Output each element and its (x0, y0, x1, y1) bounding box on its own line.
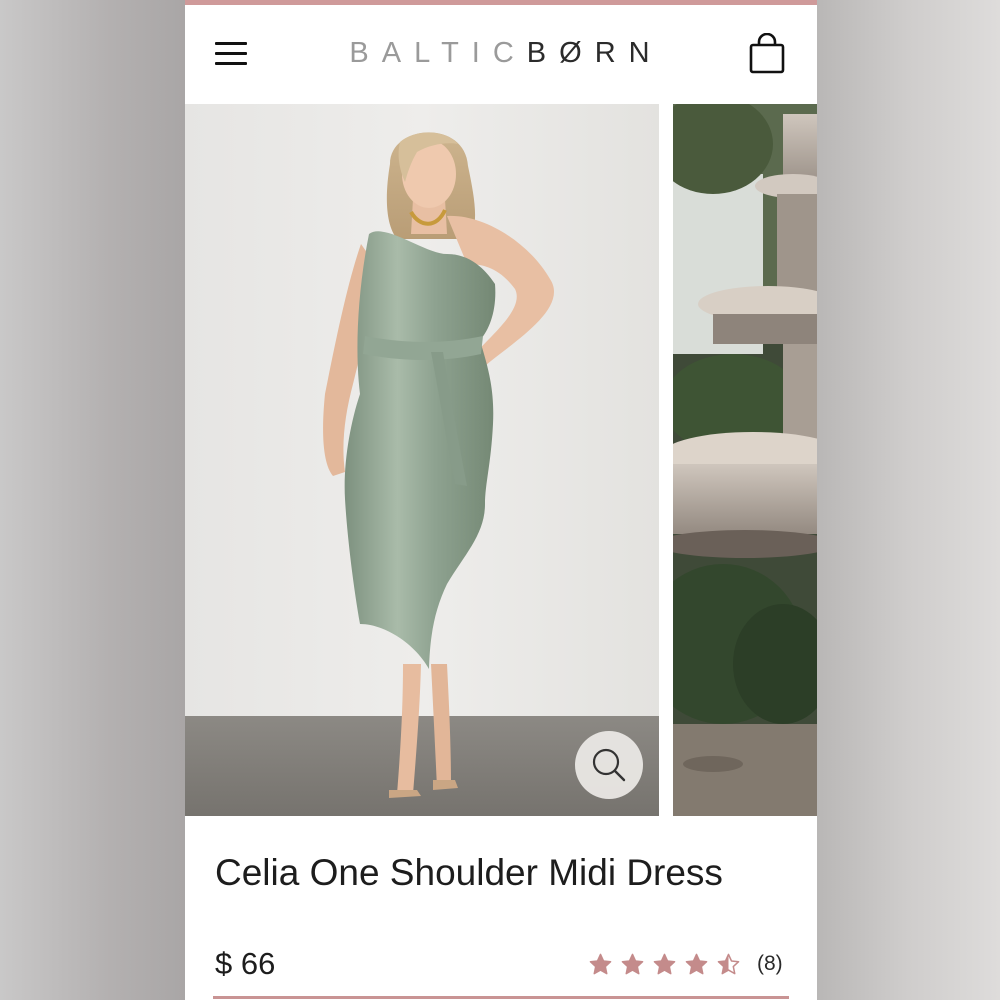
zoom-magnifier-icon[interactable] (575, 731, 643, 799)
shopping-bag-icon[interactable] (747, 32, 787, 75)
brand-logo-part1: BALTIC (349, 37, 527, 69)
brand-logo[interactable]: BALTICBØRN (185, 33, 817, 73)
product-image-next[interactable] (673, 104, 817, 816)
review-count[interactable]: (8) (757, 952, 783, 976)
product-image-main[interactable] (185, 104, 659, 816)
product-title: Celia One Shoulder Midi Dress (215, 852, 723, 893)
brand-logo-part2: BØRN (526, 37, 663, 69)
phone-screen: BALTICBØRN Celia One Shoulder Midi Dress… (185, 0, 817, 1000)
product-image-gallery[interactable] (185, 104, 817, 816)
star-icon (685, 953, 708, 974)
star-icon (621, 953, 644, 974)
rating-stars (589, 953, 749, 976)
star-icon (653, 953, 676, 974)
site-header: BALTICBØRN (185, 5, 817, 104)
bottom-divider (213, 996, 789, 999)
product-rating[interactable]: (8) (589, 946, 783, 982)
product-price: $ 66 (215, 946, 276, 981)
background-left (0, 0, 185, 1000)
background-right (817, 0, 1000, 1000)
star-icon (589, 953, 612, 974)
star-icon (717, 953, 740, 974)
